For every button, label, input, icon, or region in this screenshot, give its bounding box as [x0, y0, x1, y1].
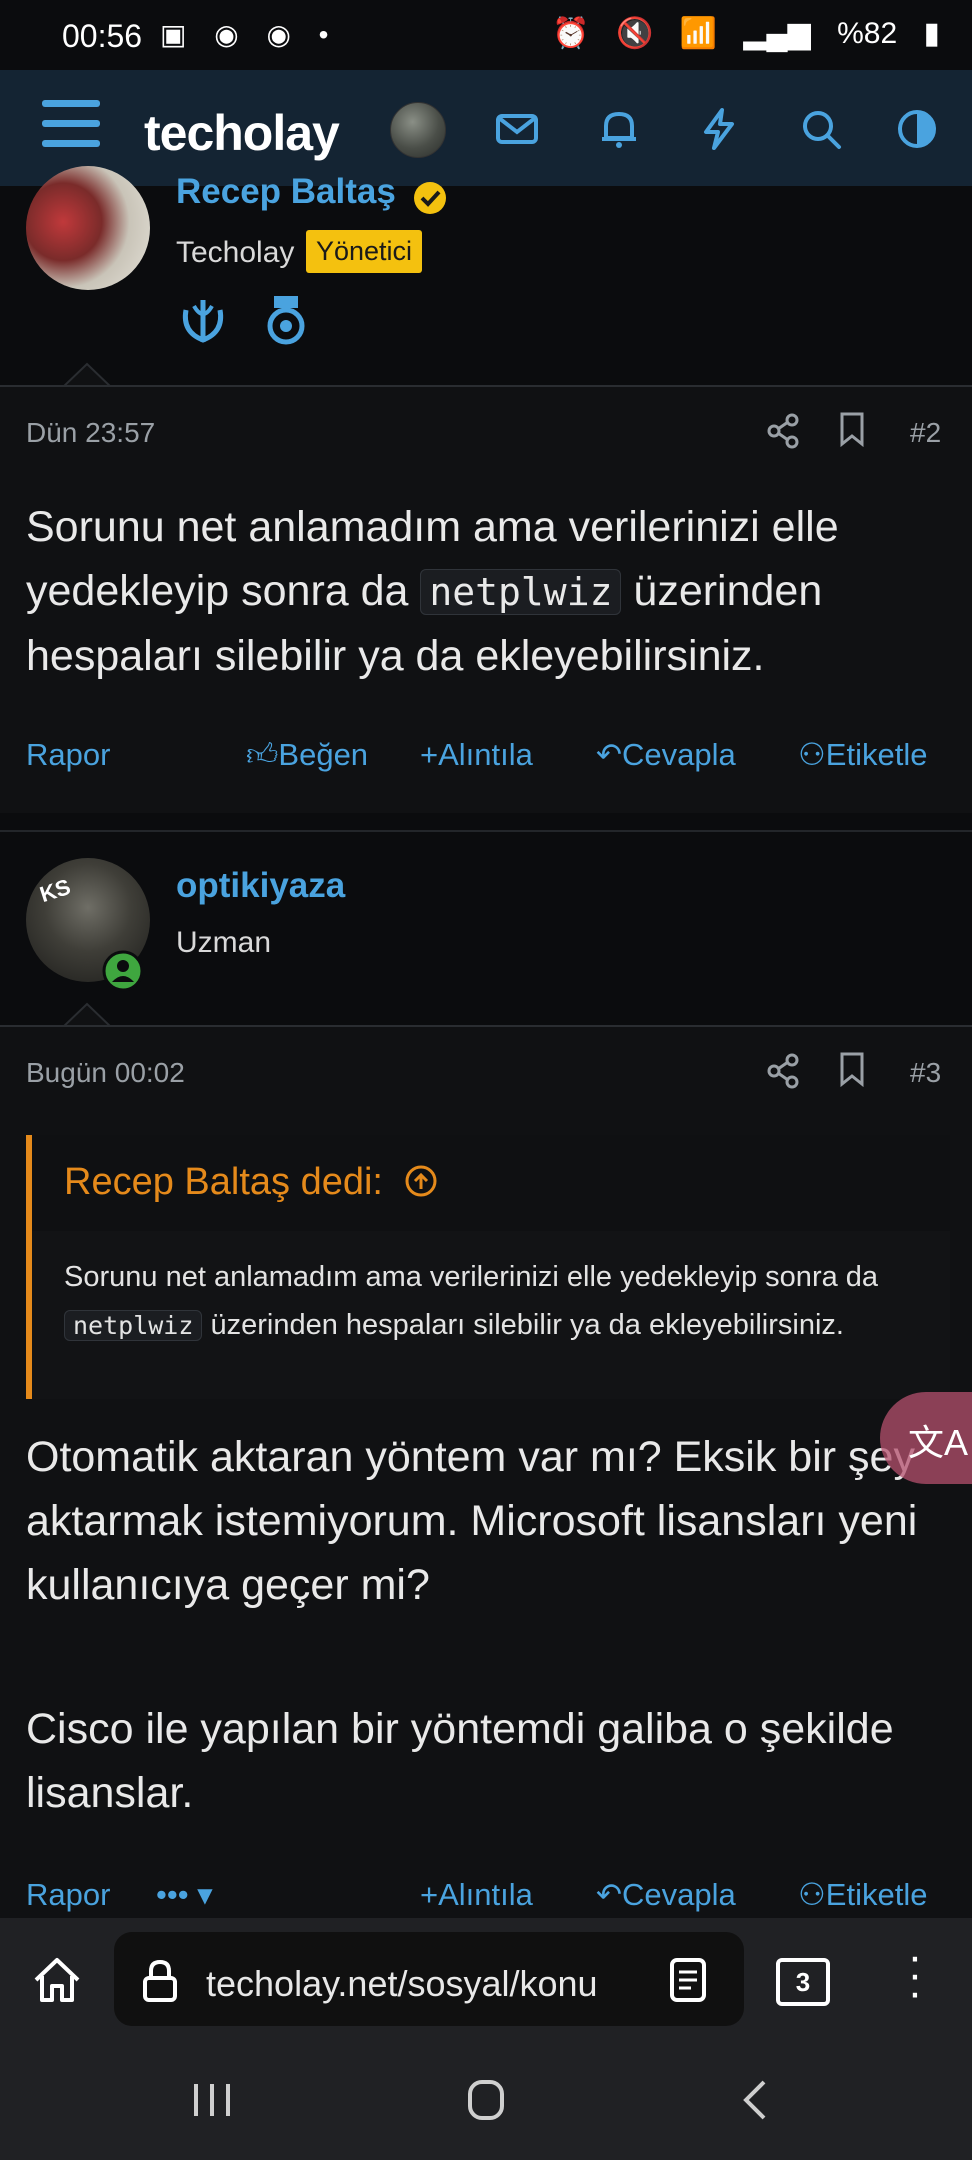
more-vert-icon[interactable]: · · ·	[900, 1935, 930, 2015]
bookmark-icon[interactable]	[838, 1051, 866, 1087]
reader-mode-icon[interactable]	[666, 1956, 710, 2004]
battery-text: %82	[837, 17, 898, 50]
quote-text-part: üzerinden hespaları silebilir ya da ekle…	[202, 1309, 844, 1341]
avatar-initials: KS	[36, 873, 74, 908]
reply-label: Cevapla	[621, 1877, 736, 1912]
reply-label: Cevapla	[621, 737, 736, 772]
report-link[interactable]: Rapor	[26, 1877, 110, 1913]
wifi-icon: 📶	[679, 17, 717, 50]
back-icon[interactable]	[736, 2078, 776, 2122]
like-button[interactable]: 👍︎Beğen	[246, 737, 368, 774]
inline-code: netplwiz	[420, 569, 622, 615]
notification-icons: ▣ ◉ ◉ •	[160, 19, 339, 50]
user-title: Uzman	[176, 926, 272, 959]
battery-icon: ▮	[923, 17, 940, 50]
quote-text: Sorunu net anlamadım ama verilerinizi el…	[64, 1253, 924, 1350]
quote-author[interactable]: Recep Baltaş dedi:	[64, 1161, 438, 1204]
alarm-icon: ⏰	[552, 17, 590, 50]
reply-button[interactable]: ↶Cevapla	[596, 737, 736, 773]
reply-button[interactable]: ↶Cevapla	[596, 1877, 736, 1913]
translate-icon: 文A	[908, 1422, 969, 1463]
user-title: Techolay	[176, 236, 295, 269]
chevron-down-icon: ▾	[188, 1877, 213, 1912]
user-icon: ⚇	[798, 1877, 826, 1912]
status-bar: 00:56 ▣ ◉ ◉ • ⏰ 🔇 📶 ▂▄▆ %82 ▮	[0, 0, 972, 70]
tabs-button[interactable]: 3	[776, 1958, 830, 2006]
arrow-up-circle-icon[interactable]	[404, 1164, 438, 1198]
plus-icon: +	[420, 1877, 439, 1912]
url-text[interactable]: techolay.net/sosyal/konu	[206, 1963, 626, 2005]
bell-icon[interactable]	[592, 102, 646, 156]
home-button-icon[interactable]	[462, 2078, 510, 2122]
plus-icon: +	[420, 737, 439, 772]
user-icon: ⚇	[798, 737, 826, 772]
theme-toggle-icon[interactable]	[890, 102, 944, 156]
tag-label: Etiketle	[825, 737, 928, 772]
post-body: Sorunu net anlamadım ama verilerinizi el…	[26, 495, 956, 688]
post-number[interactable]: #2	[910, 417, 941, 449]
post-2: Dün 23:57 #2 Sorunu net anlamadım ama ve…	[0, 385, 972, 813]
username[interactable]: Recep Baltaş	[176, 172, 396, 212]
verified-icon	[414, 182, 446, 214]
online-status-icon	[102, 950, 144, 992]
mute-icon: 🔇	[615, 17, 654, 50]
signal-icon: ▂▄▆	[743, 17, 811, 50]
avatar[interactable]	[26, 166, 150, 290]
reply-icon: ↶	[596, 1877, 622, 1912]
like-label: Beğen	[278, 737, 369, 772]
inline-code: netplwiz	[64, 1310, 203, 1341]
share-icon[interactable]	[766, 413, 800, 449]
bookmark-icon[interactable]	[838, 411, 866, 447]
quote-button[interactable]: +Alıntıla	[420, 737, 533, 773]
menu-icon[interactable]	[42, 100, 100, 154]
quote-label: Alıntıla	[438, 1877, 533, 1912]
medal-icon[interactable]	[262, 294, 310, 346]
tag-label: Etiketle	[825, 1877, 928, 1912]
trophy-icon[interactable]	[176, 296, 230, 346]
more-options-button[interactable]: ••• ▾	[156, 1877, 213, 1913]
inbox-icon[interactable]	[490, 102, 544, 156]
reply-icon: ↶	[596, 737, 622, 772]
lightning-icon[interactable]	[692, 102, 746, 156]
status-time: 00:56	[62, 18, 143, 54]
tag-button[interactable]: ⚇Etiketle	[798, 737, 927, 773]
tag-button[interactable]: ⚇Etiketle	[798, 1877, 927, 1913]
post-number[interactable]: #3	[910, 1057, 941, 1089]
site-logo[interactable]: techolay	[144, 104, 340, 162]
user-avatar[interactable]	[390, 102, 446, 158]
home-icon[interactable]	[30, 1954, 84, 2006]
lock-icon[interactable]	[140, 1958, 180, 2004]
quote-button[interactable]: +Alıntıla	[420, 1877, 533, 1913]
more-label: •••	[156, 1877, 189, 1912]
report-link[interactable]: Rapor	[26, 737, 110, 773]
role-badge: Yönetici	[306, 230, 423, 273]
top-navigation: techolay	[0, 70, 972, 188]
share-icon[interactable]	[766, 1053, 800, 1089]
quote-text-part: Sorunu net anlamadım ama verilerinizi el…	[64, 1261, 879, 1293]
quote-label: Alıntıla	[438, 737, 533, 772]
post-3: Bugün 00:02 #3 Recep Baltaş dedi: Sorunu…	[0, 1025, 972, 1920]
recent-apps-icon[interactable]	[188, 2078, 236, 2122]
system-icons: ⏰ 🔇 📶 ▂▄▆ %82 ▮	[534, 16, 940, 51]
post-paragraph: Otomatik aktaran yöntem var mı? Eksik bi…	[26, 1433, 918, 1609]
search-icon[interactable]	[794, 102, 848, 156]
post-paragraph: Cisco ile yapılan bir yöntemdi galiba o …	[26, 1705, 894, 1817]
translate-button[interactable]: 文A	[880, 1392, 972, 1484]
post-date[interactable]: Dün 23:57	[26, 417, 155, 449]
username[interactable]: optikiyaza	[176, 866, 345, 906]
post-date[interactable]: Bugün 00:02	[26, 1057, 185, 1089]
quote-block: Recep Baltaş dedi: Sorunu net anlamadım …	[26, 1135, 950, 1399]
thumbs-up-icon: 👍︎	[246, 737, 279, 772]
quote-author-label: Recep Baltaş dedi:	[64, 1161, 383, 1203]
